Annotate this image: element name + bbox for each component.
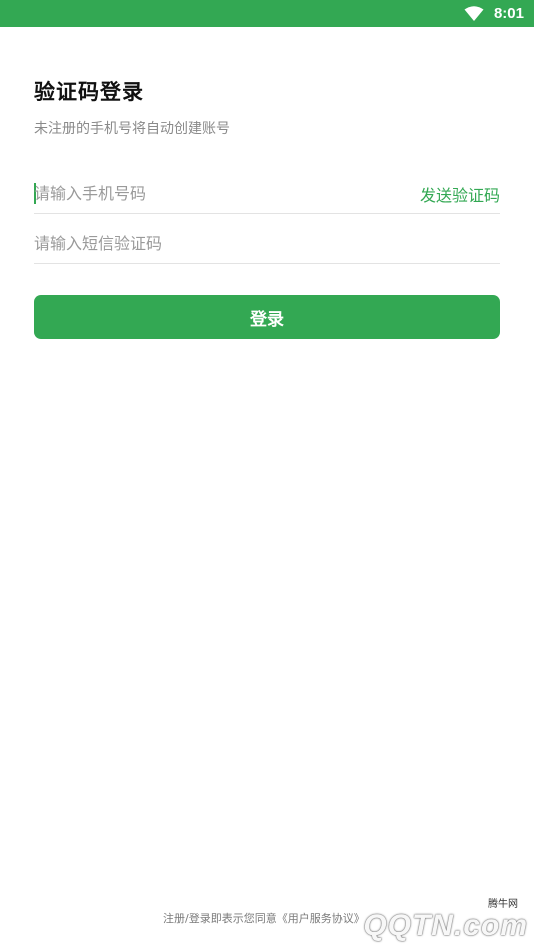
wifi-icon (464, 5, 484, 21)
agreement-prefix: 注册/登录即表示您同意 (163, 912, 277, 925)
login-button[interactable]: 登录 (34, 295, 500, 339)
phone-input[interactable] (34, 180, 394, 206)
watermark-logo: 腾牛网 QQTN.com (328, 899, 528, 945)
sms-code-input[interactable] (34, 230, 394, 256)
watermark-sub: 腾牛网 (488, 899, 518, 910)
send-code-button[interactable]: 发送验证码 (420, 182, 500, 206)
page-subtitle: 未注册的手机号将自动创建账号 (34, 121, 230, 137)
watermark-brand: QQTN.com (363, 909, 528, 942)
code-field (34, 220, 500, 264)
page-title: 验证码登录 (34, 80, 144, 104)
status-time: 8:01 (493, 5, 524, 22)
phone-field: 发送验证码 (34, 170, 500, 214)
status-bar: 8:01 (0, 0, 534, 27)
